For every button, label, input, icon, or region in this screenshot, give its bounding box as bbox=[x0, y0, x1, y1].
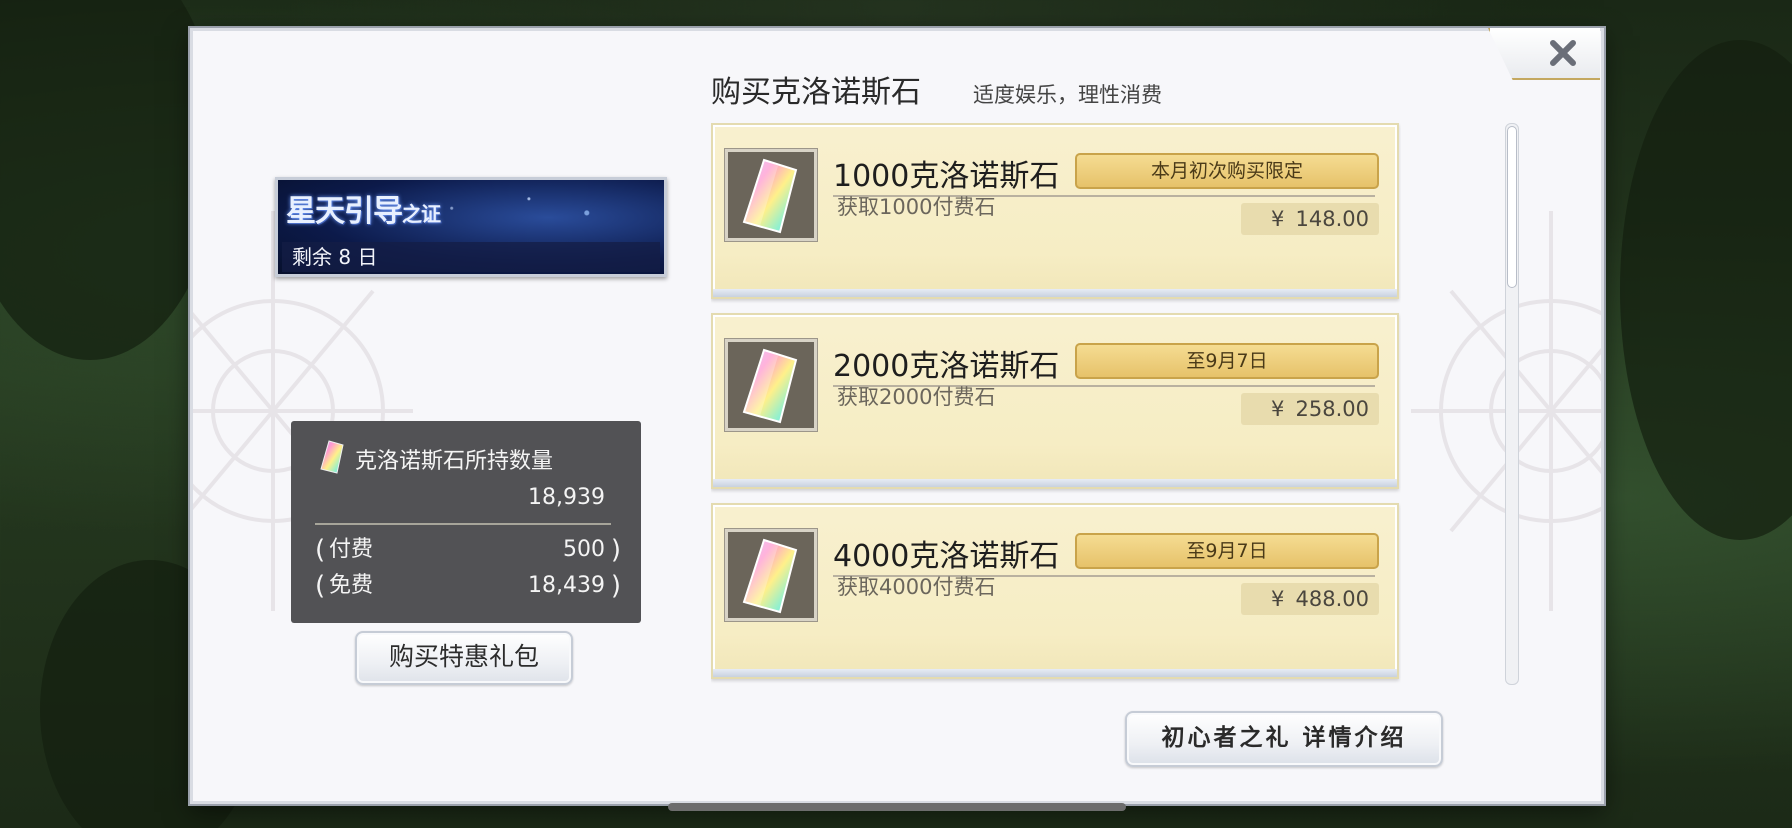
price-value: 488.00 bbox=[1295, 587, 1369, 611]
product-badge: 本月初次购买限定 bbox=[1075, 153, 1379, 189]
beginner-gift-details-button[interactable]: 初心者之礼 详情介绍 bbox=[1125, 711, 1443, 767]
product-price: ¥ 488.00 bbox=[1241, 583, 1379, 615]
product-price: ¥ 148.00 bbox=[1241, 203, 1379, 235]
holdings-total: 18,939 bbox=[528, 485, 605, 510]
product-name: 4000克洛诺斯石 bbox=[833, 539, 1060, 574]
price-value: 258.00 bbox=[1295, 397, 1369, 421]
product-badge: 至9月7日 bbox=[1075, 533, 1379, 569]
event-banner[interactable]: 星天引导之证 剩余 8 日 bbox=[275, 177, 667, 277]
currency-symbol: ¥ bbox=[1271, 397, 1285, 421]
buy-gift-pack-button[interactable]: 购买特惠礼包 bbox=[355, 631, 573, 685]
currency-symbol: ¥ bbox=[1271, 207, 1285, 231]
paid-label: 付费 bbox=[329, 537, 374, 562]
paren-open: ( bbox=[315, 571, 326, 601]
product-name: 2000克洛诺斯石 bbox=[833, 349, 1060, 384]
product-item[interactable]: 1000克洛诺斯石 获取1000付费石 本月初次购买限定 ¥ 148.00 bbox=[711, 123, 1399, 299]
close-icon bbox=[1550, 40, 1576, 66]
background-foliage bbox=[1620, 40, 1792, 540]
item-bottom-strip bbox=[713, 479, 1397, 487]
page-title: 购买克洛诺斯石 bbox=[711, 75, 921, 110]
paid-value: 500 bbox=[563, 537, 605, 562]
chronos-stone-icon bbox=[742, 348, 798, 424]
free-label: 免费 bbox=[329, 573, 374, 598]
product-description: 获取1000付费石 bbox=[837, 195, 996, 219]
product-badge: 至9月7日 bbox=[1075, 343, 1379, 379]
price-value: 148.00 bbox=[1295, 207, 1369, 231]
paren-close: ) bbox=[610, 571, 621, 601]
paren-close: ) bbox=[610, 535, 621, 565]
item-bottom-strip bbox=[713, 669, 1397, 677]
page-subtitle: 适度娱乐，理性消费 bbox=[973, 83, 1162, 107]
product-name: 1000克洛诺斯石 bbox=[833, 159, 1060, 194]
currency-symbol: ¥ bbox=[1271, 587, 1285, 611]
background-foliage bbox=[0, 0, 220, 360]
product-icon-frame bbox=[725, 149, 817, 241]
holdings-title: 克洛诺斯石所持数量 bbox=[355, 449, 554, 474]
product-item[interactable]: 2000克洛诺斯石 获取2000付费石 至9月7日 ¥ 258.00 bbox=[711, 313, 1399, 489]
product-list-scrollbar[interactable] bbox=[1505, 123, 1519, 685]
item-bottom-strip bbox=[713, 289, 1397, 297]
product-description: 获取4000付费石 bbox=[837, 575, 996, 599]
holdings-divider bbox=[315, 523, 611, 525]
product-icon-frame bbox=[725, 529, 817, 621]
home-indicator[interactable] bbox=[668, 803, 1126, 811]
holdings-free-row: ( 免费 18,439 ) bbox=[315, 571, 621, 601]
chronos-stone-icon bbox=[742, 158, 798, 234]
free-value: 18,439 bbox=[528, 573, 605, 598]
product-item[interactable]: 4000克洛诺斯石 获取4000付费石 至9月7日 ¥ 488.00 bbox=[711, 503, 1399, 679]
product-price: ¥ 258.00 bbox=[1241, 393, 1379, 425]
stone-holdings-panel: 克洛诺斯石所持数量 18,939 ( 付费 500 ) ( 免费 18,439 … bbox=[291, 421, 641, 623]
scrollbar-thumb[interactable] bbox=[1507, 126, 1517, 288]
paren-open: ( bbox=[315, 535, 326, 565]
product-description: 获取2000付费石 bbox=[837, 385, 996, 409]
chronos-stone-icon bbox=[320, 440, 344, 474]
product-icon-frame bbox=[725, 339, 817, 431]
shop-dialog: 星天引导之证 剩余 8 日 克洛诺斯石所持数量 18,939 ( 付费 500 bbox=[190, 28, 1604, 804]
chronos-stone-icon bbox=[742, 538, 798, 614]
event-remaining-days: 剩余 8 日 bbox=[282, 242, 660, 272]
holdings-paid-row: ( 付费 500 ) bbox=[315, 535, 621, 565]
product-list[interactable]: 1000克洛诺斯石 获取1000付费石 本月初次购买限定 ¥ 148.00 20… bbox=[711, 123, 1401, 705]
event-logo: 星天引导之证 bbox=[286, 194, 441, 229]
